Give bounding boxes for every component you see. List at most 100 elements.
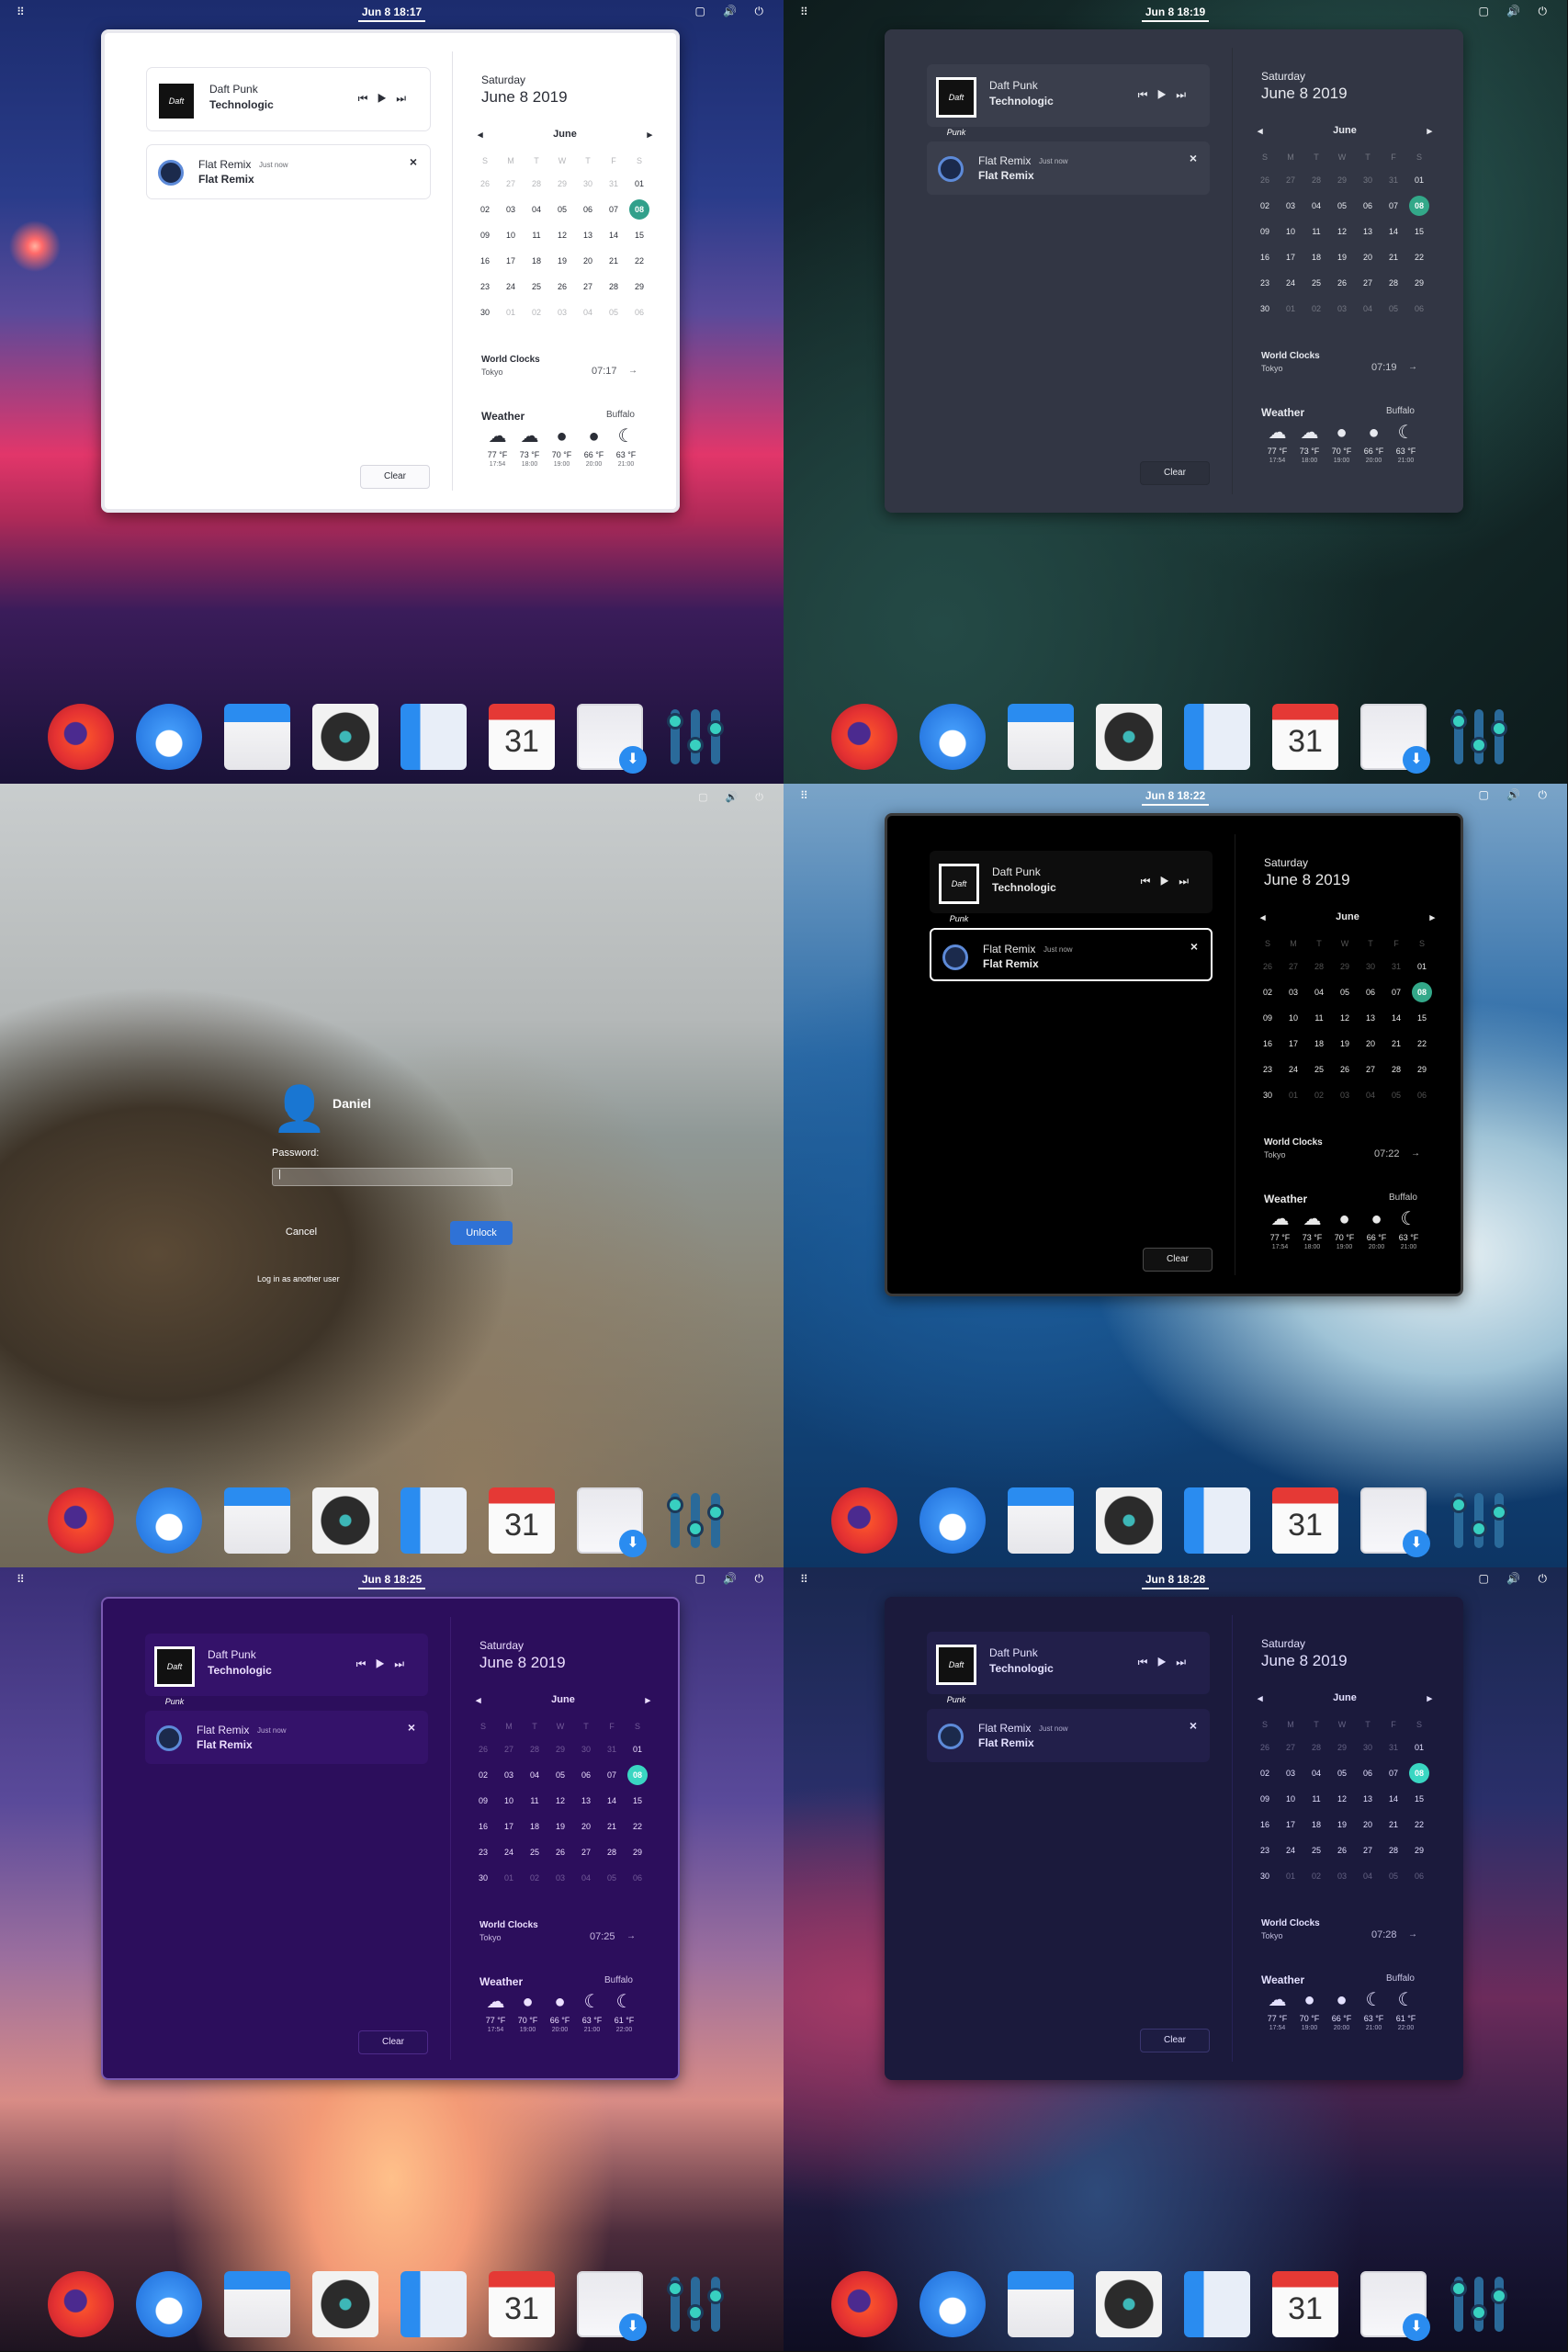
calendar-day[interactable]: 27	[498, 179, 524, 188]
calendar-day[interactable]: 30	[470, 1873, 496, 1883]
top-bar-clock[interactable]: Jun 8 18:19	[1142, 6, 1209, 22]
mixer-settings-icon[interactable]	[1449, 704, 1515, 770]
calendar-day[interactable]: 04	[1303, 1769, 1329, 1778]
calendar-day[interactable]: 04	[575, 308, 601, 317]
calendar-day[interactable]: 27	[496, 1745, 522, 1754]
calendar-day[interactable]: 18	[1303, 1820, 1329, 1829]
calendar-day[interactable]: 29	[1406, 278, 1432, 288]
calendar-day[interactable]: 05	[549, 205, 575, 214]
previous-track-icon[interactable]: ⏮	[1138, 88, 1157, 101]
firefox-icon[interactable]	[48, 704, 114, 770]
calendar-day[interactable]: 03	[1280, 988, 1306, 997]
calendar-day[interactable]: 15	[625, 1796, 650, 1805]
firefox-icon[interactable]	[48, 2271, 114, 2337]
calendar-app-icon[interactable]: 31	[1272, 1487, 1338, 1554]
calendar-day[interactable]: 22	[625, 1822, 650, 1831]
calendar-day[interactable]: 02	[1306, 1091, 1332, 1100]
calendar-day[interactable]: 28	[1303, 1743, 1329, 1752]
calendar-day[interactable]: 04	[522, 1770, 547, 1780]
weather-title[interactable]: Weather	[1261, 406, 1304, 419]
files-icon[interactable]	[1008, 1487, 1074, 1554]
calendar-day[interactable]: 13	[573, 1796, 599, 1805]
calendar-day[interactable]: 30	[1355, 1743, 1381, 1752]
calendar-day[interactable]: 28	[1306, 962, 1332, 971]
play-icon[interactable]: ▶	[1156, 88, 1176, 101]
calendar-day[interactable]: 11	[1306, 1013, 1332, 1023]
calendar-day[interactable]: 26	[1252, 1743, 1278, 1752]
calendar-day[interactable]: 04	[1355, 304, 1381, 313]
calendar-day[interactable]: 15	[626, 231, 652, 240]
calendar-day[interactable]: 24	[1278, 278, 1303, 288]
calendar-day[interactable]: 27	[1280, 962, 1306, 971]
calendar-day[interactable]: 26	[1255, 962, 1280, 971]
calendar-day[interactable]: 03	[1329, 1871, 1355, 1881]
calendar-day[interactable]: 29	[1329, 1743, 1355, 1752]
clear-button[interactable]: Clear	[1140, 461, 1210, 485]
calendar-day[interactable]: 02	[522, 1873, 547, 1883]
play-icon[interactable]: ▶	[375, 1657, 394, 1670]
calendar-day[interactable]: 27	[1278, 175, 1303, 185]
next-month-icon[interactable]: ▸	[1427, 1692, 1432, 1704]
calendar-day[interactable]: 13	[1355, 227, 1381, 236]
calendar-day[interactable]: 03	[1332, 1091, 1358, 1100]
top-bar-clock[interactable]: Jun 8 18:25	[358, 1573, 425, 1589]
calendar-day[interactable]: 20	[1355, 253, 1381, 262]
firefox-icon[interactable]	[831, 2271, 897, 2337]
calendar-app-icon[interactable]: 31	[489, 704, 555, 770]
firefox-icon[interactable]	[48, 1487, 114, 1554]
calendar-day[interactable]: 05	[1381, 304, 1406, 313]
calendar-day[interactable]: 18	[524, 256, 549, 266]
calendar-day[interactable]: 01	[1278, 304, 1303, 313]
calendar-day[interactable]: 31	[599, 1745, 625, 1754]
calendar-day[interactable]: 04	[1303, 201, 1329, 210]
calendar-day[interactable]: 29	[1332, 962, 1358, 971]
files-icon[interactable]	[1008, 704, 1074, 770]
calendar-day[interactable]: 30	[1355, 175, 1381, 185]
calendar-day[interactable]: 31	[1381, 1743, 1406, 1752]
calendar-day[interactable]: 17	[1278, 1820, 1303, 1829]
calendar-day[interactable]: 25	[1306, 1065, 1332, 1074]
calendar-day-selected[interactable]: 08	[627, 1765, 648, 1785]
calendar-day[interactable]: 19	[1332, 1039, 1358, 1048]
calendar-day[interactable]: 26	[1329, 278, 1355, 288]
calendar-day[interactable]: 02	[1303, 1871, 1329, 1881]
thunderbird-icon[interactable]	[136, 1487, 202, 1554]
calendar-day[interactable]: 29	[625, 1848, 650, 1857]
calendar-day[interactable]: 25	[1303, 278, 1329, 288]
calendar-day[interactable]: 10	[496, 1796, 522, 1805]
notification[interactable]: Flat Remix Just now Flat Remix ×	[927, 141, 1210, 195]
world-clocks-title[interactable]: World Clocks	[1261, 1918, 1320, 1928]
weather-title[interactable]: Weather	[1264, 1193, 1307, 1205]
login-other-user-link[interactable]: Log in as another user	[257, 1274, 340, 1283]
calendar-day[interactable]: 16	[1252, 253, 1278, 262]
system-status-icons[interactable]: ▢ 🔊 ⏻	[1479, 1572, 1554, 1586]
firefox-icon[interactable]	[831, 1487, 897, 1554]
rhythmbox-icon[interactable]	[312, 704, 378, 770]
calendar-day[interactable]: 01	[498, 308, 524, 317]
calendar-day[interactable]: 19	[549, 256, 575, 266]
calendar-day[interactable]: 28	[1303, 175, 1329, 185]
calendar-day[interactable]: 05	[599, 1873, 625, 1883]
calendar-day[interactable]: 26	[1252, 175, 1278, 185]
calendar-day[interactable]: 07	[601, 205, 626, 214]
files-icon[interactable]	[224, 1487, 290, 1554]
mixer-settings-icon[interactable]	[665, 2271, 731, 2337]
calendar-day[interactable]: 13	[1355, 1794, 1381, 1804]
calendar-day[interactable]: 10	[1280, 1013, 1306, 1023]
next-month-icon[interactable]: ▸	[647, 129, 652, 141]
calendar-day[interactable]: 07	[1381, 201, 1406, 210]
calendar-day[interactable]: 01	[1409, 962, 1435, 971]
calendar-day[interactable]: 13	[1358, 1013, 1383, 1023]
calendar-day[interactable]: 03	[1278, 201, 1303, 210]
calendar-day[interactable]: 23	[1252, 1846, 1278, 1855]
calendar-day[interactable]: 24	[1280, 1065, 1306, 1074]
calendar-day[interactable]: 26	[470, 1745, 496, 1754]
calendar-day[interactable]: 06	[1409, 1091, 1435, 1100]
calendar-day[interactable]: 23	[470, 1848, 496, 1857]
calendar-day[interactable]: 27	[1355, 278, 1381, 288]
clear-button[interactable]: Clear	[1143, 1248, 1213, 1272]
calendar-day[interactable]: 23	[472, 282, 498, 291]
previous-month-icon[interactable]: ◂	[1260, 911, 1266, 923]
calendar-day[interactable]: 03	[549, 308, 575, 317]
calendar-day[interactable]: 06	[1355, 201, 1381, 210]
